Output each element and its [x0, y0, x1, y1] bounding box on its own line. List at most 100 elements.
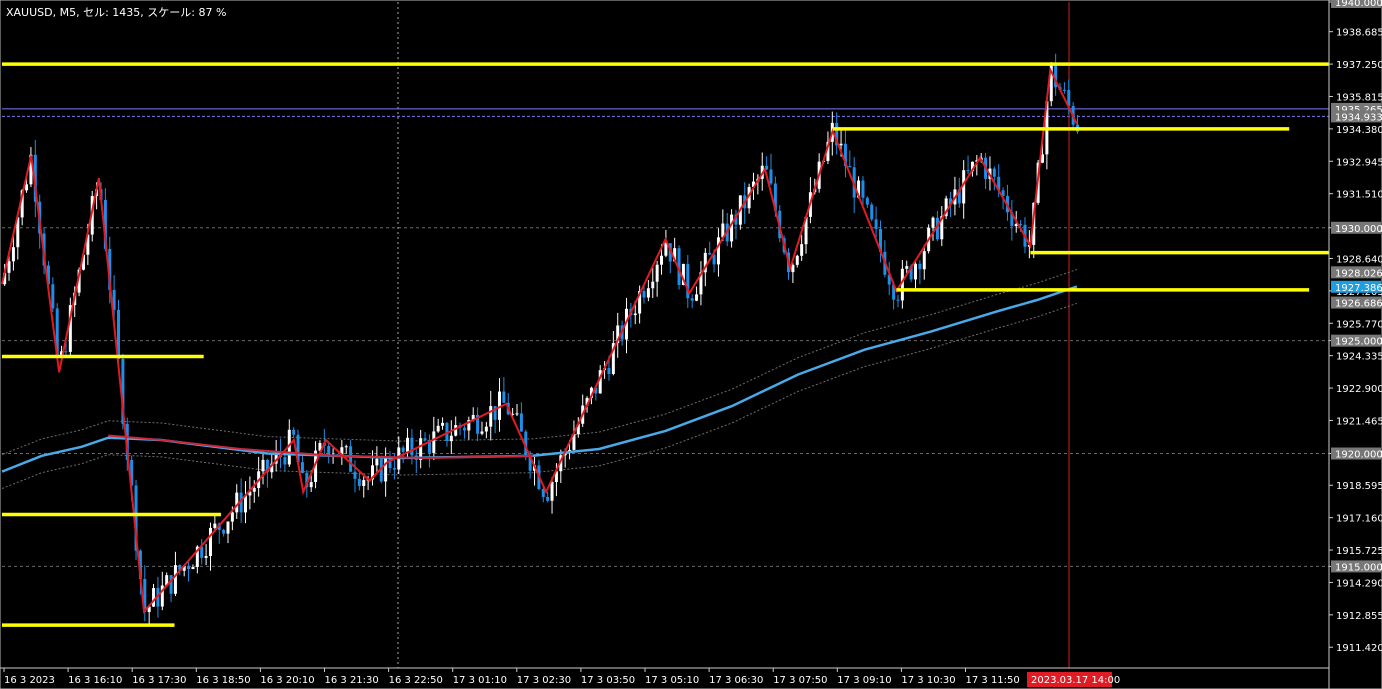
candle-body [966, 170, 970, 172]
candle-body [905, 266, 909, 269]
candle-body [660, 255, 664, 265]
time-tick-label: 17 3 11:50 [966, 675, 1020, 686]
time-tick-label: 16 3 17:30 [132, 675, 186, 686]
candle-body [25, 184, 29, 191]
price-level-label: 1925.000 [1335, 337, 1382, 348]
candle-body [480, 431, 484, 434]
candle-body [173, 565, 177, 594]
candle-body [432, 431, 436, 453]
candle-body [252, 488, 256, 492]
time-tick-label: 16 3 21:30 [325, 675, 379, 686]
time-tick-label: 17 3 02:30 [517, 675, 571, 686]
candle-body [292, 429, 296, 435]
price-tick-label: 1934.380 [1336, 125, 1382, 136]
current-price-label: 1927.386 [1335, 283, 1382, 294]
candle-body [222, 529, 226, 534]
candle-body [213, 523, 217, 528]
price-tick-label: 1938.685 [1336, 28, 1382, 39]
candle-body [462, 427, 466, 431]
candle-body [344, 446, 348, 448]
candle-body [914, 263, 918, 280]
price-level-label: 1928.026 [1335, 268, 1382, 279]
time-marker-label: 2023.03.17 14:00 [1031, 675, 1120, 686]
candle-body [283, 457, 287, 465]
candle-body [931, 217, 935, 228]
candle-body [449, 435, 453, 442]
price-tick-label: 1918.595 [1336, 481, 1382, 492]
candle-body [918, 263, 922, 270]
time-tick-label: 16 3 18:50 [196, 675, 250, 686]
price-level-label: 1920.000 [1335, 450, 1382, 461]
candle-body [607, 368, 611, 375]
candle-body [7, 261, 11, 273]
candle-body [357, 478, 361, 487]
candle-body [489, 406, 493, 427]
candle-body [441, 422, 445, 426]
price-level-label: 1915.000 [1335, 562, 1382, 573]
candle-body [423, 438, 427, 441]
price-tick-label: 1931.510 [1336, 190, 1382, 201]
time-tick-label: 17 3 09:10 [837, 675, 891, 686]
candle-body [226, 521, 230, 534]
time-tick-label: 17 3 05:10 [645, 675, 699, 686]
candle-body [261, 459, 265, 472]
candle-body [515, 413, 519, 415]
candle-body [695, 294, 699, 301]
price-tick-label: 1925.770 [1336, 319, 1382, 330]
price-tick-label: 1935.815 [1336, 92, 1382, 103]
candle-body [646, 288, 650, 298]
candle-body [200, 546, 204, 558]
candle-body [716, 237, 720, 265]
time-tick-label: 17 3 06:30 [709, 675, 763, 686]
candle-body [896, 299, 900, 301]
candle-body [406, 437, 410, 452]
candle-body [922, 251, 926, 270]
candle-body [870, 204, 874, 220]
price-tick-label: 1924.335 [1336, 352, 1382, 363]
chart-canvas[interactable]: 1940.000 1938.685 1937.250 1935.815 1934.380… [0, 0, 1382, 689]
price-level-label: 1940.000 [1335, 0, 1382, 9]
candle-body [392, 468, 396, 470]
candle-body [769, 169, 773, 184]
price-tick-label: 1911.420 [1336, 643, 1382, 654]
candle-body [152, 588, 156, 607]
candle-body [362, 480, 366, 487]
time-tick-label: 17 3 01:10 [453, 675, 507, 686]
price-tick-label: 1937.250 [1336, 60, 1382, 71]
price-tick-label: 1914.290 [1336, 578, 1382, 589]
chart-title: XAUUSD, M5, セル: 1435, スケール: 87 % [6, 6, 227, 19]
candle-body [848, 166, 852, 168]
price-level-label: 1930.000 [1335, 224, 1382, 235]
price-level-label: 1934.933 [1335, 112, 1382, 123]
candle-body [353, 471, 357, 479]
candle-body [502, 391, 506, 403]
candle-body [519, 413, 523, 432]
candle-body [651, 281, 655, 289]
candle-body [11, 247, 15, 262]
candle-body [204, 556, 208, 558]
candle-body [191, 567, 195, 570]
candle-body [874, 219, 878, 229]
candle-body [730, 214, 734, 242]
time-tick-label: 17 3 07:50 [773, 675, 827, 686]
candle-body [349, 446, 353, 472]
candle-body [664, 243, 668, 256]
candle-body [208, 527, 212, 557]
candle-body [550, 482, 554, 501]
time-tick-label: 17 3 03:50 [581, 675, 635, 686]
candle-body [375, 458, 379, 466]
candle-body [642, 290, 646, 298]
price-tick-label: 1928.640 [1336, 254, 1382, 265]
candle-body [655, 264, 659, 282]
candle-body [546, 496, 550, 501]
candle-body [708, 252, 712, 255]
candle-body [51, 284, 55, 309]
time-tick-label: 16 3 20:10 [260, 675, 314, 686]
time-tick-label: 16 3 2023 [4, 675, 55, 686]
candle-body [484, 426, 488, 432]
candle-body [230, 512, 234, 522]
candle-body [187, 565, 191, 570]
time-tick-label: 17 3 10:30 [901, 675, 955, 686]
candle-body [401, 447, 405, 452]
candle-body [454, 425, 458, 436]
